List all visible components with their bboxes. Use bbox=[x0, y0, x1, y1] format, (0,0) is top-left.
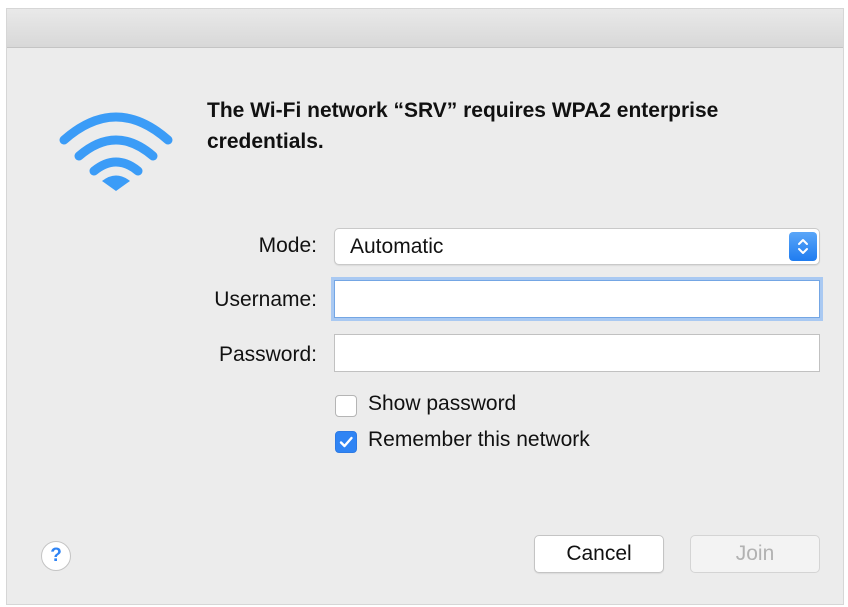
username-field[interactable] bbox=[334, 280, 820, 318]
wifi-credentials-dialog: The Wi-Fi network “SRV” requires WPA2 en… bbox=[6, 8, 844, 605]
remember-network-label[interactable]: Remember this network bbox=[368, 428, 590, 452]
wifi-icon bbox=[59, 112, 173, 191]
cancel-button[interactable]: Cancel bbox=[534, 535, 664, 573]
dialog-message: The Wi-Fi network “SRV” requires WPA2 en… bbox=[207, 99, 719, 153]
help-button[interactable]: ? bbox=[41, 541, 71, 571]
password-field[interactable] bbox=[334, 334, 820, 372]
mode-popup[interactable]: Automatic bbox=[334, 228, 820, 265]
up-down-chevron-icon bbox=[789, 232, 817, 261]
remember-network-checkbox[interactable] bbox=[335, 431, 357, 453]
mode-label: Mode: bbox=[258, 234, 317, 257]
password-label: Password: bbox=[218, 343, 317, 366]
show-password-checkbox[interactable] bbox=[335, 395, 357, 417]
title-bar[interactable] bbox=[7, 9, 843, 48]
show-password-label[interactable]: Show password bbox=[368, 392, 516, 416]
join-button[interactable]: Join bbox=[690, 535, 820, 573]
username-label: Username: bbox=[214, 288, 317, 311]
checkmark-icon bbox=[339, 436, 353, 448]
mode-value: Automatic bbox=[350, 235, 444, 258]
